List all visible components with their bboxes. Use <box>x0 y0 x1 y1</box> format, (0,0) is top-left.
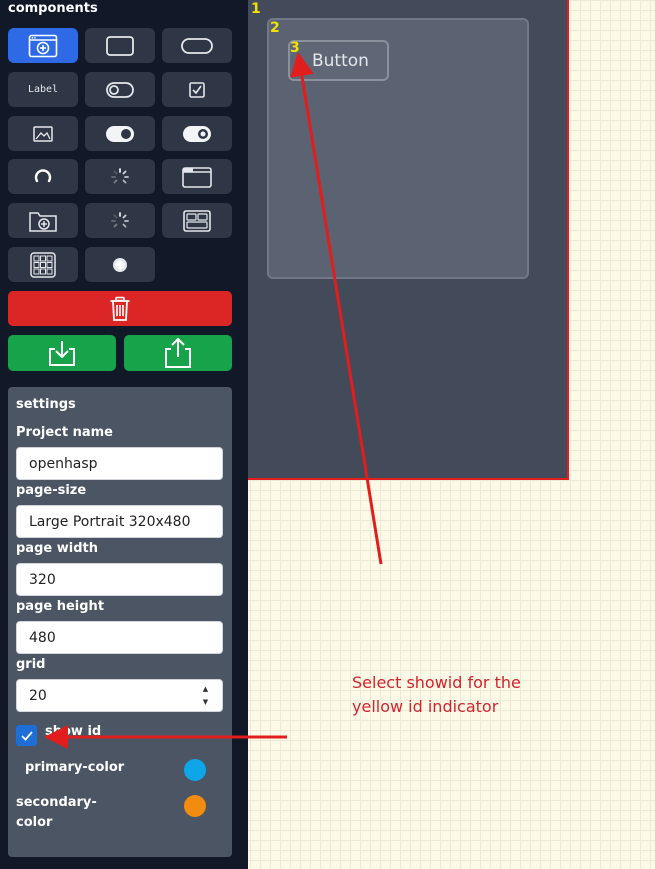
tabview-icon <box>182 166 212 188</box>
page-size-select[interactable]: Large Portrait 320x480 <box>16 505 223 538</box>
project-name-label: Project name <box>16 425 113 440</box>
button-object[interactable]: Button <box>288 40 389 81</box>
tool-switch[interactable] <box>85 72 155 107</box>
upload-icon <box>165 337 191 368</box>
tool-button[interactable] <box>162 28 232 63</box>
switch-icon <box>106 81 134 98</box>
page-width-input[interactable]: 320 <box>16 563 223 596</box>
add-page-icon <box>28 34 58 57</box>
page-width-label: page width <box>16 541 98 556</box>
spinner-alt-icon <box>111 211 129 228</box>
design-page[interactable]: Button <box>248 0 569 480</box>
arc-icon <box>34 168 52 182</box>
page-id-indicator: 1 <box>251 1 261 17</box>
components-heading: components <box>8 1 98 16</box>
primary-color-label: primary-color <box>25 760 125 775</box>
toggle-icon <box>106 125 134 142</box>
container-id-indicator: 2 <box>270 20 280 36</box>
grid-label: grid <box>16 657 46 672</box>
show-id-label: show id <box>45 724 102 739</box>
rectangle-icon <box>106 35 134 56</box>
tool-led[interactable] <box>85 247 155 282</box>
page-size-value: Large Portrait 320x480 <box>29 513 191 530</box>
checkmark-icon <box>20 730 33 741</box>
tool-toggle[interactable] <box>85 116 155 151</box>
keypad-icon <box>30 251 56 278</box>
annotation-line-2: yellow id indicator <box>352 697 499 716</box>
delete-button[interactable] <box>8 291 232 326</box>
spinner-icon <box>111 167 129 184</box>
page-height-value: 480 <box>29 629 56 646</box>
grid-spin-buttons[interactable]: ▲ ▼ <box>201 686 210 706</box>
tool-label[interactable]: Label <box>8 72 78 107</box>
tool-add-page[interactable] <box>8 28 78 63</box>
secondary-color-label-line1: secondary- <box>16 795 97 810</box>
tool-buttonmatrix[interactable] <box>162 203 232 238</box>
trash-icon <box>110 296 130 321</box>
tool-keypad[interactable] <box>8 247 78 282</box>
annotation-text: Select showid for the yellow id indicato… <box>352 671 572 719</box>
buttonmatrix-icon <box>183 209 211 232</box>
tool-image[interactable] <box>8 116 78 151</box>
rounded-rectangle-icon <box>181 37 213 54</box>
settings-heading: settings <box>16 397 76 412</box>
spin-down-icon[interactable]: ▼ <box>203 699 208 706</box>
add-folder-icon <box>29 211 57 232</box>
primary-color-swatch[interactable] <box>184 759 206 781</box>
container-object[interactable]: Button <box>267 18 529 279</box>
button-object-label: Button <box>312 51 369 71</box>
grid-value: 20 <box>29 687 47 704</box>
page-height-input[interactable]: 480 <box>16 621 223 654</box>
label-icon: Label <box>27 84 59 95</box>
download-icon <box>49 341 75 366</box>
tool-checkbox[interactable] <box>162 72 232 107</box>
page-height-label: page height <box>16 599 105 614</box>
secondary-color-swatch[interactable] <box>184 795 206 817</box>
tool-spinner-alt[interactable] <box>85 203 155 238</box>
settings-panel: settings Project name openhasp page-size… <box>8 387 232 857</box>
tool-arc[interactable] <box>8 159 78 194</box>
tool-tabview[interactable] <box>162 159 232 194</box>
tool-object[interactable] <box>85 28 155 63</box>
export-button[interactable] <box>124 335 232 371</box>
show-id-checkbox[interactable] <box>16 725 37 746</box>
import-button[interactable] <box>8 335 116 371</box>
grid-stepper[interactable]: 20 ▲ ▼ <box>16 679 223 712</box>
project-name-input[interactable]: openhasp <box>16 447 223 480</box>
page-size-label: page-size <box>16 483 87 498</box>
toggle-alt-icon <box>183 125 211 142</box>
spin-up-icon[interactable]: ▲ <box>203 686 208 693</box>
annotation-line-1: Select showid for the <box>352 673 521 692</box>
project-name-value: openhasp <box>29 455 98 472</box>
image-icon <box>33 125 53 142</box>
tool-toggle-alt[interactable] <box>162 116 232 151</box>
secondary-color-label-line2: color <box>16 815 53 830</box>
tool-add-folder[interactable] <box>8 203 78 238</box>
page-width-value: 320 <box>29 571 56 588</box>
sidebar: components Label settings Project name o… <box>0 0 248 869</box>
checkbox-icon <box>189 81 205 98</box>
tool-spinner[interactable] <box>85 159 155 194</box>
led-icon <box>113 257 127 272</box>
button-id-indicator: 3 <box>290 40 300 56</box>
